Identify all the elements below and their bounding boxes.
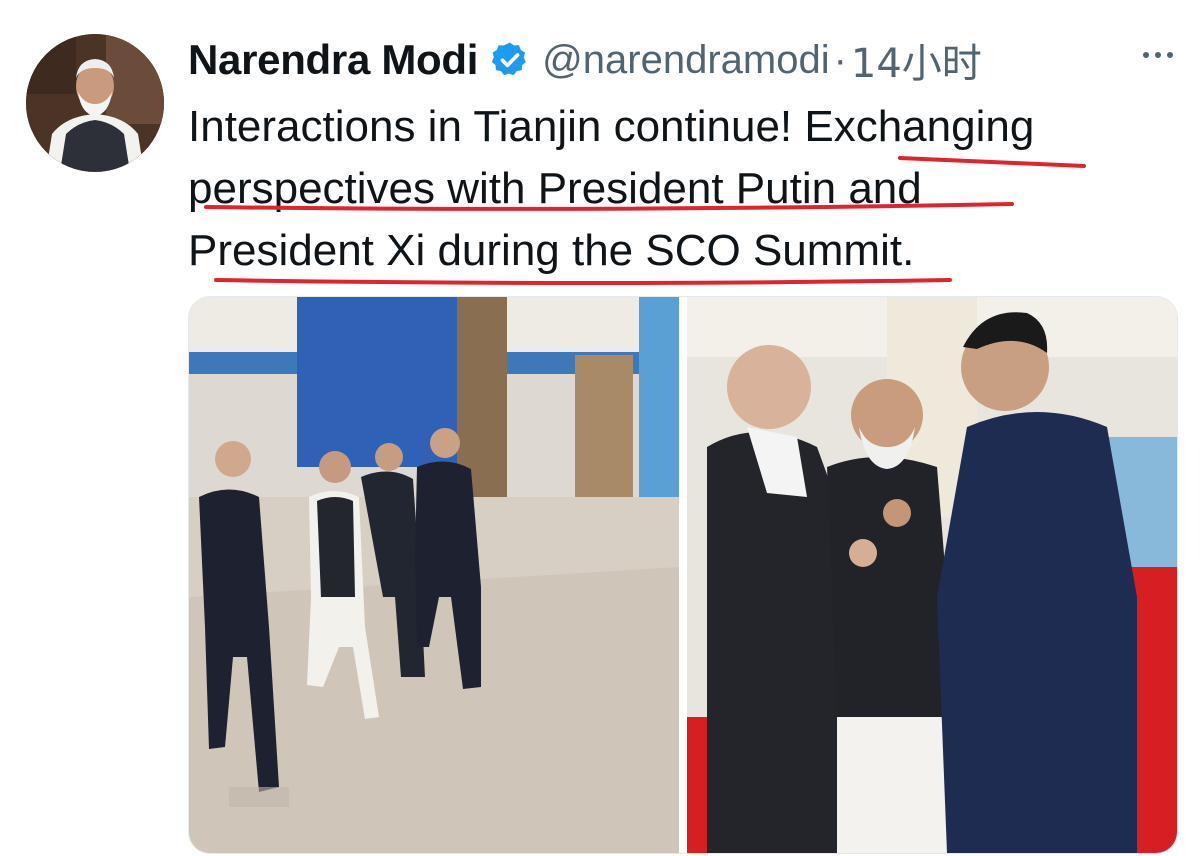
tweet-header: Narendra Modi @narendramodi · 14小时	[188, 30, 982, 90]
author-handle[interactable]: @narendramodi	[542, 38, 829, 83]
tweet-text-line: Interactions in Tianjin continue! Exchan…	[188, 102, 1035, 151]
tweet-card[interactable]: Narendra Modi @narendramodi · 14小时 Inter…	[0, 0, 1200, 856]
header-separator: ·	[833, 37, 847, 82]
tweet-text-line: perspectives with President Putin and	[188, 164, 922, 213]
verified-badge-icon	[491, 42, 526, 76]
media-photo-conversation[interactable]	[687, 297, 1177, 853]
photo-leaders-walking	[189, 297, 679, 853]
tweet-media-grid	[188, 296, 1178, 854]
author-name[interactable]: Narendra Modi	[188, 36, 478, 84]
photo-leaders-talking	[687, 297, 1177, 853]
author-avatar[interactable]	[26, 34, 164, 172]
tweet-timestamp[interactable]: 14小时	[851, 31, 982, 89]
media-photo-walking[interactable]	[189, 297, 679, 853]
tweet-text: Interactions in Tianjin continue! Exchan…	[188, 96, 1178, 282]
more-options-icon[interactable]	[1138, 45, 1178, 65]
tweet-text-line: President Xi during the SCO Summit.	[188, 226, 915, 275]
avatar-image	[26, 34, 164, 172]
